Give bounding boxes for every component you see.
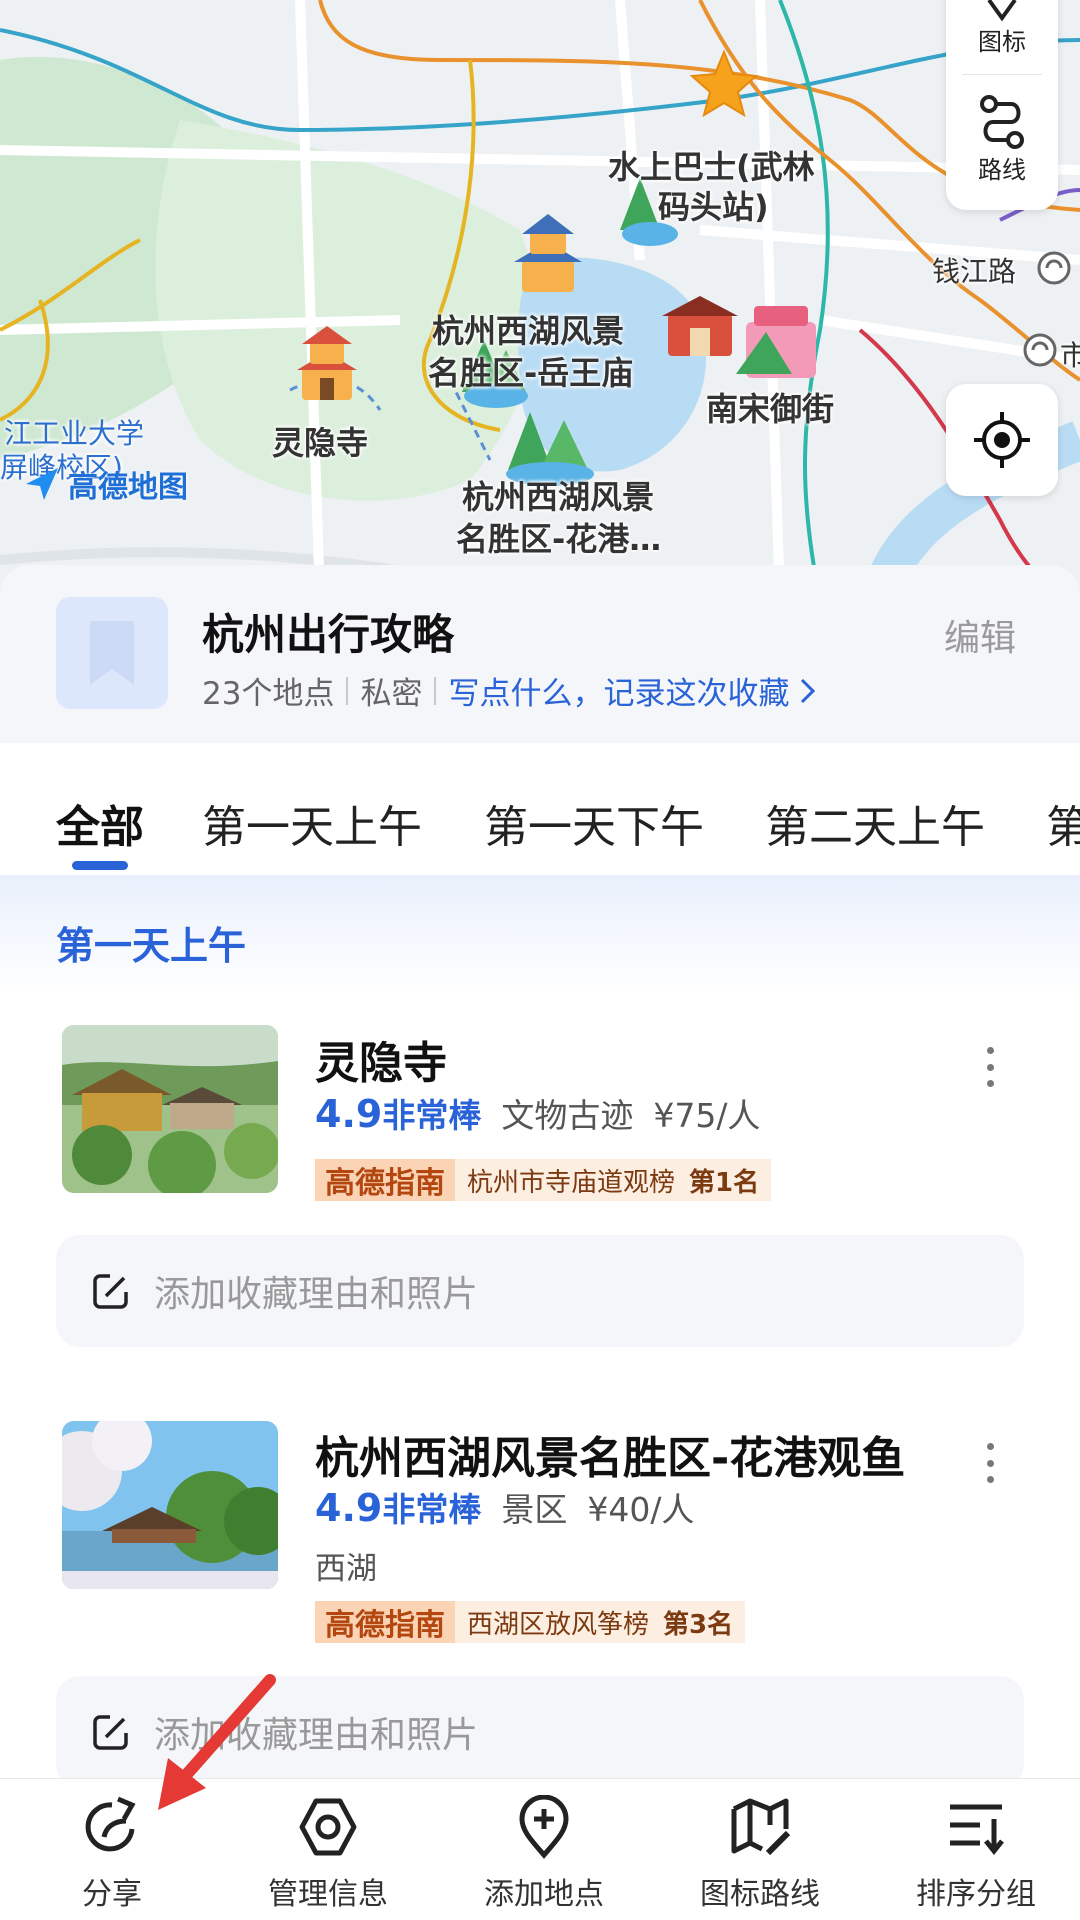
map-label-yuewang-1[interactable]: 杭州西湖风景 (432, 306, 624, 352)
tab-next-partial[interactable]: 第 (1046, 791, 1080, 855)
active-tab-indicator (72, 861, 128, 870)
group-title: 第一天上午 (56, 924, 247, 968)
amap-logo: 高德地图 (22, 462, 188, 506)
icon-route-button[interactable]: 图标路线 (680, 1795, 840, 1913)
note-prompt-link[interactable]: 写点什么，记录这次收藏 (448, 668, 789, 713)
street-pin-icon[interactable] (736, 292, 826, 392)
rank-badge[interactable]: 高德指南 杭州市寺庙道观榜 第1名 (315, 1159, 772, 1201)
red-arrow-annotation (158, 1674, 276, 1810)
hexagon-icon (299, 1798, 357, 1856)
map-label-water-bus-2: 码头站) (658, 188, 769, 226)
meta-divider (346, 676, 349, 705)
tab-day1-morning[interactable]: 第一天上午 (202, 791, 422, 855)
rating-row: 4.9 非常棒 景区 ¥40/人 (315, 1483, 694, 1531)
map-label-qianjiang-road: 钱江路 (932, 255, 1017, 288)
rating-tag: 非常棒 (382, 1096, 482, 1135)
place-name[interactable]: 杭州西湖风景名胜区-花港观鱼 (315, 1422, 905, 1486)
rank-brand: 高德指南 (315, 1159, 455, 1201)
metro-icon (1037, 251, 1071, 285)
add-reason-field[interactable]: 添加收藏理由和照片 (56, 1235, 1024, 1347)
place-count: 23个地点 (202, 676, 335, 712)
lake-photo (62, 1421, 278, 1589)
temple-photo (62, 1025, 278, 1193)
map-label-yuewang-2[interactable]: 名胜区-岳王庙 (428, 348, 633, 394)
group-tabs: 全部 第一天上午 第一天下午 第二天上午 第 (0, 743, 1080, 875)
edit-icon (93, 1715, 128, 1750)
pin-icon (987, 0, 1017, 22)
add-location-icon (519, 1795, 569, 1859)
map-label-nansong[interactable]: 南宋御街 (706, 384, 834, 430)
map-label-metro: 市 (1060, 339, 1080, 372)
share-label: 分享 (82, 1877, 142, 1912)
rank-list: 杭州市寺庙道观榜 第1名 (455, 1159, 772, 1201)
icon-toggle-label: 图标 (978, 28, 1026, 56)
tab-day1-afternoon[interactable]: 第一天下午 (484, 791, 704, 855)
map-label-lingyin[interactable]: 灵隐寺 (272, 418, 368, 464)
amap-logo-icon (26, 468, 58, 500)
map-label-huagang-2[interactable]: 名胜区-花港… (456, 514, 661, 560)
add-location-button[interactable]: 添加地点 (464, 1795, 624, 1913)
rank-badge[interactable]: 高德指南 西湖区放风筝榜 第3名 (315, 1601, 746, 1643)
icon-toggle-button[interactable]: 图标 (946, 0, 1058, 57)
rating-score: 4.9 (315, 1486, 383, 1530)
sort-group-label: 排序分组 (916, 1877, 1036, 1912)
place-category: 文物古迹 (501, 1096, 634, 1135)
place-photo[interactable] (62, 1421, 278, 1589)
rating-score: 4.9 (315, 1092, 383, 1136)
gate-pin-icon[interactable] (660, 292, 740, 362)
locate-icon (974, 412, 1030, 468)
add-location-label: 添加地点 (484, 1877, 604, 1912)
map-edit-icon (731, 1798, 791, 1856)
place-photo[interactable] (62, 1025, 278, 1193)
bookmark-icon (90, 621, 134, 685)
route-toggle-button[interactable]: 路线 (946, 94, 1058, 185)
privacy-status: 私密 (360, 676, 423, 712)
temple-pin-icon[interactable] (292, 318, 362, 408)
sort-icon (950, 1804, 1004, 1856)
share-icon (85, 1796, 136, 1852)
more-options-icon[interactable] (980, 1443, 1000, 1483)
rating-tag: 非常棒 (382, 1490, 482, 1529)
rank-list-name: 杭州市寺庙道观榜 (467, 1167, 676, 1198)
star-marker-icon[interactable] (688, 48, 760, 120)
collection-header: 杭州出行攻略 编辑 23个地点 私密 写点什么，记录这次收藏 (0, 565, 1080, 743)
tab-all[interactable]: 全部 (56, 791, 144, 855)
edit-button[interactable]: 编辑 (944, 609, 1016, 661)
metro-icon (1023, 333, 1057, 367)
rank-brand: 高德指南 (315, 1601, 455, 1643)
place-price: ¥40/人 (587, 1490, 695, 1529)
place-area: 西湖 (315, 1551, 377, 1587)
chevron-right-icon (801, 678, 816, 703)
collection-cover[interactable] (56, 597, 168, 709)
rank-list-name: 西湖区放风筝榜 (467, 1609, 650, 1640)
collection-title: 杭州出行攻略 (202, 610, 455, 659)
rank-position: 第1名 (689, 1167, 760, 1198)
map-view[interactable]: 水上巴士(武林 码头站) 钱江路 市 灵隐寺 杭州西湖风景 名胜区-岳王庙 南宋… (0, 0, 1080, 600)
place-category: 景区 (501, 1490, 568, 1529)
rating-row: 4.9 非常棒 文物古迹 ¥75/人 (315, 1089, 760, 1137)
temple-pin-icon[interactable] (508, 208, 588, 298)
add-reason-placeholder: 添加收藏理由和照片 (154, 1274, 479, 1315)
rank-list: 西湖区放风筝榜 第3名 (455, 1601, 746, 1643)
route-toggle-label: 路线 (978, 156, 1026, 184)
meta-divider (434, 676, 437, 705)
amap-brand-text: 高德地图 (68, 470, 188, 505)
map-side-controls: 图标 路线 (946, 0, 1058, 210)
sort-group-button[interactable]: 排序分组 (896, 1795, 1056, 1913)
route-icon (980, 95, 1024, 149)
map-label-huagang-1[interactable]: 杭州西湖风景 (462, 472, 654, 518)
locate-button[interactable] (946, 384, 1058, 496)
rank-position: 第3名 (663, 1609, 734, 1640)
icon-route-label: 图标路线 (700, 1877, 820, 1912)
more-options-icon[interactable] (980, 1047, 1000, 1087)
collection-meta: 23个地点 私密 写点什么，记录这次收藏 (202, 668, 819, 713)
tab-day2-morning[interactable]: 第二天上午 (765, 791, 985, 855)
manage-info-label: 管理信息 (268, 1877, 388, 1912)
place-name[interactable]: 灵隐寺 (315, 1027, 447, 1091)
place-price: ¥75/人 (653, 1096, 761, 1135)
edit-icon (93, 1274, 128, 1309)
